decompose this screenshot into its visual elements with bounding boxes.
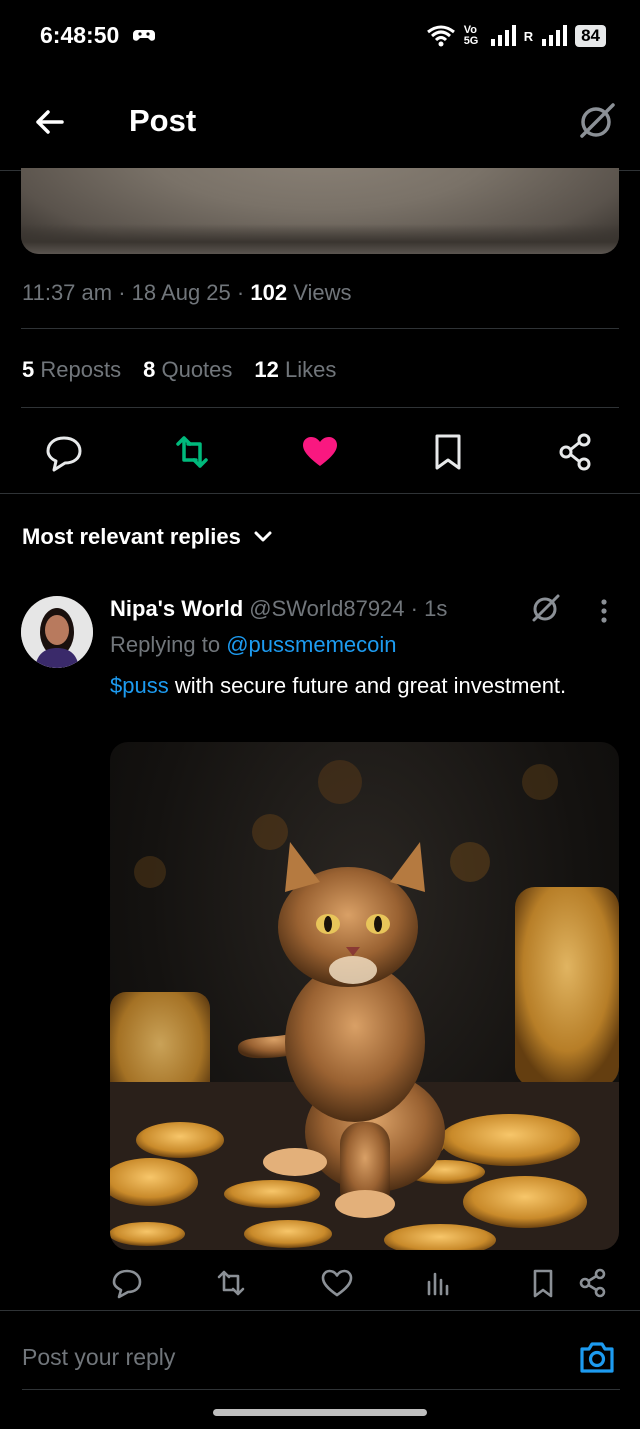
status-time: 6:48:50 xyxy=(40,22,120,48)
top-app-bar xyxy=(0,72,640,171)
post-date: 18 Aug 25 xyxy=(131,280,231,305)
post-metadata: 11:37 am · 18 Aug 25 · 102 Views xyxy=(22,280,352,305)
battery-indicator: 84 xyxy=(575,25,606,47)
reply-display-name: Nipa's World xyxy=(110,596,244,621)
reply-author[interactable]: Nipa's World @SWorld87924 · 1s xyxy=(110,596,447,622)
reply-body: with secure future and great investment. xyxy=(168,673,567,698)
reply-timestamp: · 1s xyxy=(410,596,448,621)
views-count: 102 xyxy=(250,280,288,305)
divider xyxy=(0,493,640,494)
grok-icon[interactable] xyxy=(576,100,618,142)
reply-media-image[interactable] xyxy=(110,742,619,1250)
likes-count: 12 xyxy=(254,357,279,382)
divider xyxy=(22,1389,620,1390)
replying-prefix: Replying to xyxy=(110,632,221,657)
bookmark-icon[interactable] xyxy=(428,430,468,474)
likes-label: Likes xyxy=(285,357,337,382)
back-arrow-icon[interactable] xyxy=(32,104,68,140)
replies-sort-dropdown[interactable]: Most relevant replies xyxy=(22,524,273,550)
reply-input[interactable]: Post your reply xyxy=(22,1344,175,1371)
likes-stat[interactable]: 12 Likes xyxy=(254,357,336,383)
divider xyxy=(21,328,619,329)
quotes-label: Quotes xyxy=(161,357,233,382)
post-actions xyxy=(0,430,640,478)
reposts-label: Reposts xyxy=(40,357,122,382)
reply-icon[interactable] xyxy=(44,430,84,474)
quotes-stat[interactable]: 8 Quotes xyxy=(143,357,232,383)
reply-text: $puss with secure future and great inves… xyxy=(110,670,590,702)
analytics-icon[interactable] xyxy=(422,1266,456,1300)
divider xyxy=(21,407,619,408)
more-options-icon[interactable] xyxy=(592,596,616,626)
post-time: 11:37 am xyxy=(22,280,113,305)
signal-icon-2 xyxy=(542,25,568,46)
signal-icon xyxy=(490,25,516,46)
post-image[interactable] xyxy=(21,168,619,254)
like-icon[interactable] xyxy=(300,430,340,474)
roaming-indicator: R xyxy=(523,28,534,44)
camera-icon[interactable] xyxy=(578,1338,616,1376)
views-label: Views xyxy=(293,280,352,305)
divider xyxy=(0,1310,640,1311)
repost-icon[interactable] xyxy=(172,430,212,474)
reply-actions xyxy=(0,1266,640,1300)
repost-icon[interactable] xyxy=(214,1266,248,1300)
engagement-stats: 5 Reposts 8 Quotes 12 Likes xyxy=(22,357,336,383)
page-title: Post xyxy=(129,103,197,138)
avatar[interactable] xyxy=(21,596,93,668)
grok-icon[interactable] xyxy=(530,592,562,624)
avatar-image xyxy=(21,596,93,668)
status-icons: Vo 5G R 84 xyxy=(426,22,606,50)
reposts-count: 5 xyxy=(22,357,35,382)
share-icon[interactable] xyxy=(556,430,596,474)
reply-handle: @SWorld87924 xyxy=(249,596,405,621)
network-tag: Vo 5G xyxy=(463,24,479,47)
replies-sort-label: Most relevant replies xyxy=(22,524,241,549)
replying-to-handle[interactable]: @pussmemecoin xyxy=(226,632,396,657)
game-controller-icon xyxy=(133,30,155,41)
bookmark-icon[interactable] xyxy=(526,1266,560,1300)
like-icon[interactable] xyxy=(320,1266,354,1300)
reply-icon[interactable] xyxy=(110,1266,144,1300)
share-icon[interactable] xyxy=(576,1266,610,1300)
wifi-icon xyxy=(426,25,455,47)
reposts-stat[interactable]: 5 Reposts xyxy=(22,357,121,383)
chevron-down-icon xyxy=(254,531,272,542)
quotes-count: 8 xyxy=(143,357,156,382)
status-bar: 6:48:50 Vo 5G R 84 xyxy=(0,0,640,72)
home-indicator[interactable] xyxy=(213,1409,427,1416)
cashtag-link[interactable]: $puss xyxy=(110,673,169,698)
replying-to: Replying to @pussmemecoin xyxy=(110,632,397,658)
cat-coins-illustration xyxy=(110,760,619,1250)
